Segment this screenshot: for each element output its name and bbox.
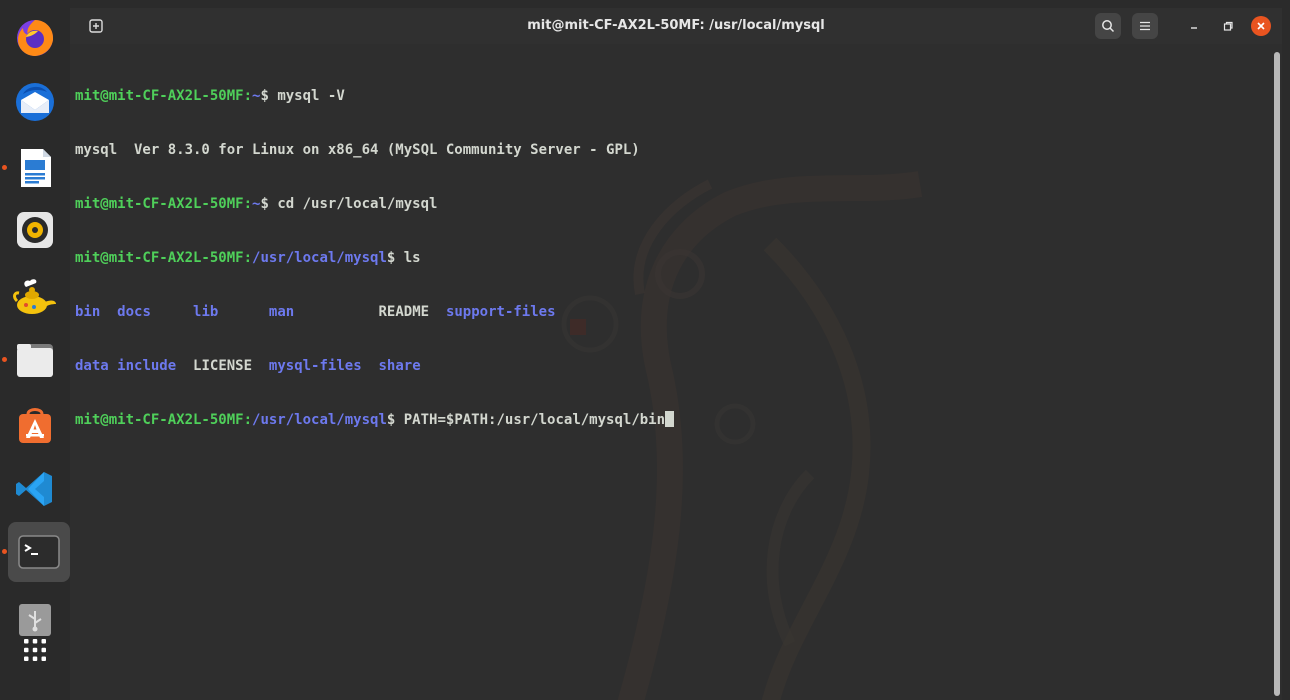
close-icon <box>1257 22 1265 30</box>
dock-item-firefox[interactable] <box>10 12 60 62</box>
running-indicator <box>2 165 7 170</box>
software-icon <box>19 408 51 443</box>
running-indicator <box>2 549 7 554</box>
close-button[interactable] <box>1251 16 1271 36</box>
terminal-line: mit@mit-CF-AX2L-50MF:/usr/local/mysql$ P… <box>75 411 675 429</box>
terminal-window: mit@mit-CF-AX2L-50MF: /usr/local/mysql m… <box>70 8 1282 700</box>
minimize-icon <box>1191 27 1197 29</box>
prompt-user: mit@mit-CF-AX2L-50MF <box>75 196 244 212</box>
hamburger-menu-icon <box>1140 21 1150 31</box>
files-icon <box>17 344 53 377</box>
dock-item-lamp[interactable] <box>10 272 60 322</box>
dock-item-terminal[interactable] <box>8 522 70 582</box>
ls-entry-dir: man <box>268 304 295 320</box>
prompt-separator: : <box>243 250 253 266</box>
title-bar[interactable]: mit@mit-CF-AX2L-50MF: /usr/local/mysql <box>70 8 1282 44</box>
dock-item-show-applications[interactable] <box>10 625 60 675</box>
rhythmbox-icon <box>17 212 53 248</box>
restore-icon <box>1223 21 1233 31</box>
ls-entry-file: LICENSE <box>193 358 253 374</box>
ls-entry-dir: share <box>378 358 421 374</box>
text-cursor <box>665 411 675 427</box>
ls-entry-dir: docs <box>117 304 151 320</box>
writer-icon <box>21 149 51 187</box>
prompt-path: /usr/local/mysql <box>252 250 387 266</box>
command-text: ls <box>395 250 421 266</box>
output-text: mysql Ver 8.3.0 for Linux on x86_64 (MyS… <box>75 142 640 158</box>
lamp-icon <box>13 279 56 314</box>
dock <box>0 0 70 700</box>
minimize-button[interactable] <box>1184 16 1204 36</box>
command-text: mysql -V <box>268 88 345 104</box>
thunderbird-icon <box>16 83 54 121</box>
ls-entry-dir: lib <box>193 304 219 320</box>
dock-item-files[interactable] <box>10 335 60 385</box>
ls-entry-dir: data <box>75 358 109 374</box>
dock-item-writer[interactable] <box>10 143 60 193</box>
search-button[interactable] <box>1095 13 1121 39</box>
ls-output-row: bin docs lib man README support-files <box>75 303 674 321</box>
prompt-separator: : <box>243 412 253 428</box>
ls-entry-dir: include <box>117 358 177 374</box>
command-text: cd /usr/local/mysql <box>268 196 438 212</box>
app-grid-icon <box>24 639 46 661</box>
scrollbar[interactable] <box>1274 52 1280 696</box>
new-tab-icon <box>89 19 103 33</box>
command-text: PATH=$PATH:/usr/local/mysql/bin <box>395 412 666 428</box>
terminal-line: mit@mit-CF-AX2L-50MF:~$ cd /usr/local/my… <box>75 195 674 213</box>
dock-item-software[interactable] <box>10 400 60 450</box>
menu-button[interactable] <box>1132 13 1158 39</box>
terminal-line: mit@mit-CF-AX2L-50MF:~$ mysql -V <box>75 87 674 105</box>
prompt-user: mit@mit-CF-AX2L-50MF <box>75 88 244 104</box>
ls-entry-file: README <box>378 304 430 320</box>
terminal-body[interactable]: mit@mit-CF-AX2L-50MF:~$ mysql -V mysql V… <box>70 44 1282 700</box>
ls-output-row: data include LICENSE mysql-files share <box>75 357 674 375</box>
terminal-icon <box>18 535 60 569</box>
vscode-icon <box>16 472 52 506</box>
terminal-line: mit@mit-CF-AX2L-50MF:/usr/local/mysql$ l… <box>75 249 674 267</box>
maximize-button[interactable] <box>1218 16 1238 36</box>
new-tab-button[interactable] <box>84 15 108 37</box>
prompt-user: mit@mit-CF-AX2L-50MF <box>75 412 244 428</box>
search-icon <box>1102 20 1115 33</box>
terminal-output: mit@mit-CF-AX2L-50MF:~$ mysql -V mysql V… <box>75 51 675 465</box>
ls-entry-dir: support-files <box>445 304 556 320</box>
prompt-separator: : <box>243 88 253 104</box>
ls-entry-dir: mysql-files <box>268 358 362 374</box>
prompt-separator: : <box>243 196 253 212</box>
dock-item-thunderbird[interactable] <box>10 77 60 127</box>
firefox-icon <box>17 20 54 56</box>
prompt-dollar: $ <box>260 88 269 104</box>
prompt-dollar: $ <box>260 196 269 212</box>
desktop: mit@mit-CF-AX2L-50MF: /usr/local/mysql m… <box>0 0 1290 700</box>
prompt-path: /usr/local/mysql <box>252 412 387 428</box>
ls-entry-dir: bin <box>75 304 101 320</box>
dock-item-vscode[interactable] <box>10 464 60 514</box>
dock-item-rhythmbox[interactable] <box>10 205 60 255</box>
running-indicator <box>2 357 7 362</box>
prompt-user: mit@mit-CF-AX2L-50MF <box>75 250 244 266</box>
terminal-line: mysql Ver 8.3.0 for Linux on x86_64 (MyS… <box>75 141 674 159</box>
